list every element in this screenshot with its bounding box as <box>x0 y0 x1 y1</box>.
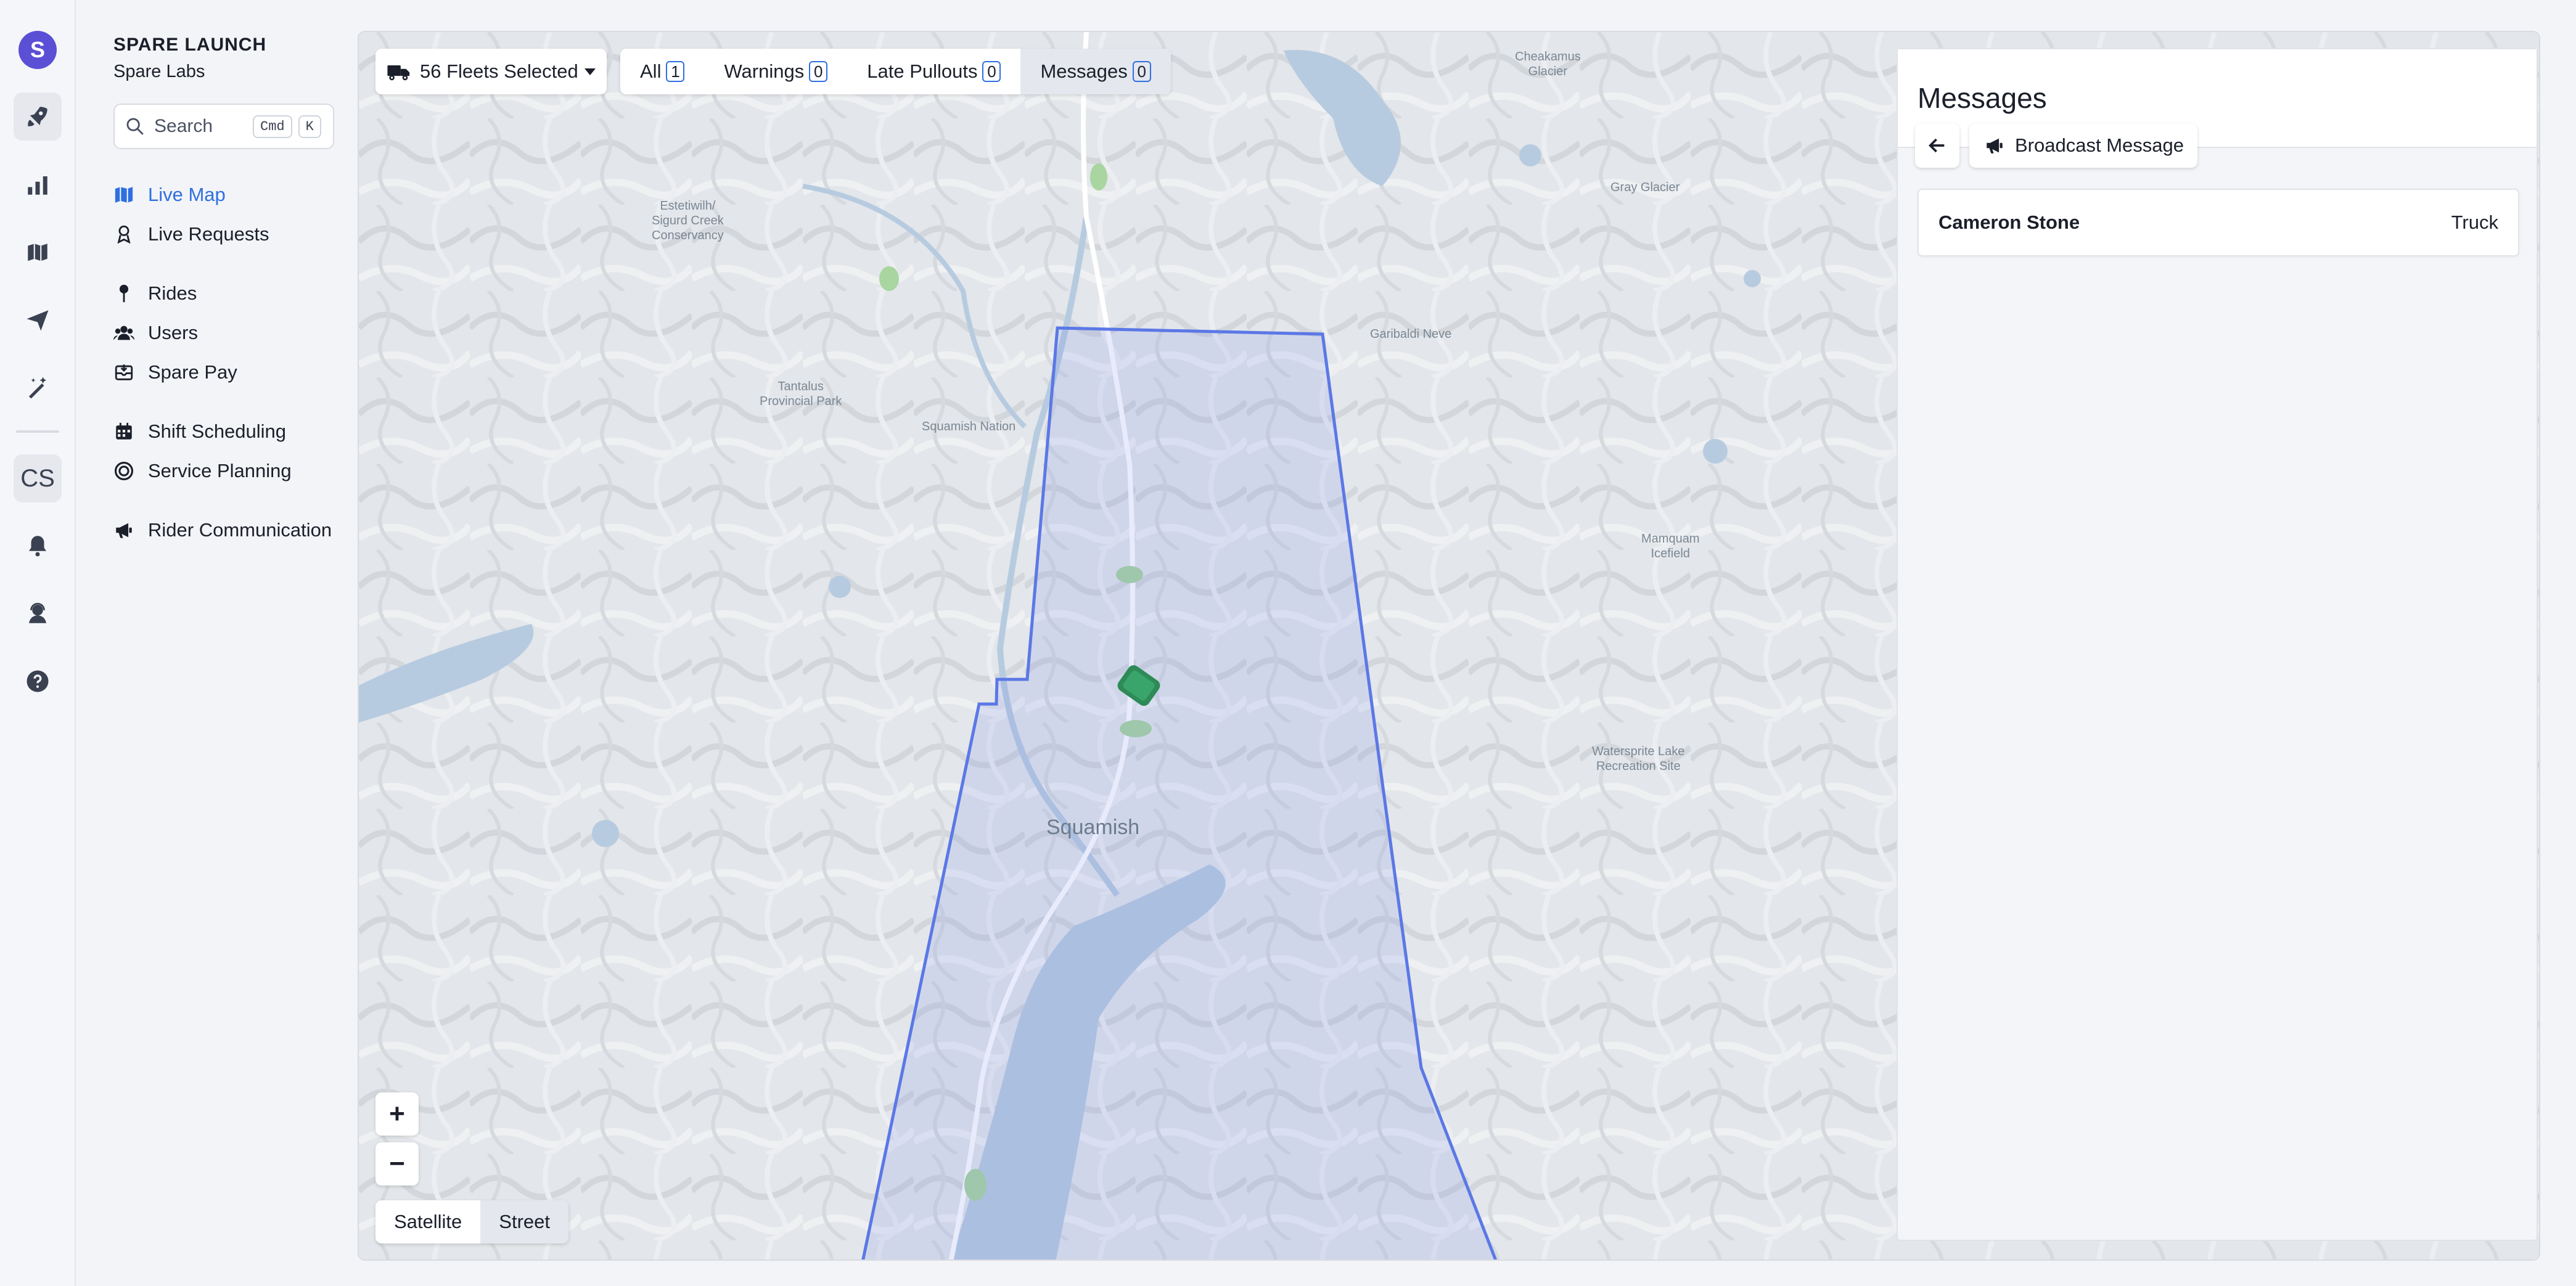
tab-all[interactable]: All 1 <box>620 49 704 94</box>
nav-item-label: Live Requests <box>148 223 269 245</box>
messages-panel: Messages Broadcast Message Cameron Stone… <box>1897 48 2538 1241</box>
tab-count-badge: 0 <box>982 61 1001 82</box>
nav-item-label: Service Planning <box>148 460 292 481</box>
street-layer-button[interactable]: Street <box>480 1200 569 1243</box>
user-avatar[interactable]: CS <box>14 454 62 502</box>
nav-item-rider-communication[interactable]: Rider Communication <box>113 515 332 546</box>
rail-divider <box>16 430 59 433</box>
broadcast-message-label: Broadcast Message <box>2015 134 2184 156</box>
nav-item-live-map[interactable]: Live Map <box>113 179 226 210</box>
target-icon <box>114 461 134 481</box>
map-icon <box>115 187 133 203</box>
nav-item-label: Shift Scheduling <box>148 420 287 442</box>
truck-icon <box>387 65 410 81</box>
nav-item-label: Rides <box>148 282 197 304</box>
fleet-selector-label: 56 Fleets Selected <box>420 60 578 82</box>
org-name: SPARE LAUNCH <box>113 35 267 55</box>
nav-item-live-requests[interactable]: Live Requests <box>113 219 269 250</box>
nav-item-rides[interactable]: Rides <box>113 278 197 309</box>
tab-count-badge: 0 <box>1132 61 1151 82</box>
nav-item-label: Users <box>148 322 198 343</box>
map-label-garibaldi: Garibaldi Neve <box>1370 327 1452 341</box>
rail-analytics-button[interactable] <box>14 161 62 209</box>
messages-title: Messages <box>1918 82 2047 114</box>
nav-item-label: Rider Communication <box>148 519 332 541</box>
zoom-in-button[interactable]: + <box>375 1092 419 1136</box>
tab-label: Messages <box>1040 60 1128 82</box>
support-agent-icon <box>29 602 46 623</box>
org-logo[interactable]: S <box>18 31 57 69</box>
map-label-squamish-nation: Squamish Nation <box>922 420 1016 433</box>
nav-item-users[interactable]: Users <box>113 317 198 348</box>
rail-dispatch-button[interactable] <box>14 296 62 344</box>
calendar-icon <box>116 422 132 440</box>
help-icon <box>27 670 49 692</box>
tab-label: Late Pullouts <box>867 60 978 82</box>
nav-item-label: Live Map <box>148 184 226 205</box>
search-input[interactable] <box>154 116 247 137</box>
shortcut-k-key: K <box>298 115 321 138</box>
map-label-watersprite: Watersprite Lake Recreation Site <box>1592 745 1685 773</box>
nav-item-label: Spare Pay <box>148 361 237 383</box>
map-label-estetiwilh: Estetiwilh/ Sigurd Creek Conservancy <box>652 199 724 242</box>
map-label-cheakamus: Cheakamus Glacier <box>1515 50 1581 78</box>
chevron-down-icon <box>585 68 596 75</box>
map-envelope-icon <box>28 244 47 261</box>
map-label-gray-glacier: Gray Glacier <box>1610 181 1680 194</box>
rail-map-messaging-button[interactable] <box>14 229 62 277</box>
users-icon <box>113 326 134 340</box>
paper-plane-icon <box>27 310 49 331</box>
map-label-tantalus: Tantalus Provincial Park <box>760 380 842 408</box>
map-layer-toggle: Satellite Street <box>375 1200 569 1243</box>
org-subtitle: Spare Labs <box>113 62 205 81</box>
tab-messages[interactable]: Messages 0 <box>1020 49 1171 94</box>
satellite-layer-button[interactable]: Satellite <box>375 1200 480 1243</box>
map-label-mamquam: Mamquam Icefield <box>1641 532 1700 560</box>
search-box[interactable]: Cmd K <box>113 104 334 149</box>
zoom-out-button[interactable]: − <box>375 1142 419 1186</box>
megaphone-icon <box>1987 138 2003 154</box>
shortcut-cmd-key: Cmd <box>253 115 292 138</box>
nav-item-spare-pay[interactable]: Spare Pay <box>113 357 237 388</box>
tab-count-badge: 1 <box>666 61 685 82</box>
broadcast-message-button[interactable]: Broadcast Message <box>1969 123 2197 168</box>
bar-chart-icon <box>28 176 47 195</box>
wallet-icon <box>115 364 133 380</box>
map-label-squamish: Squamish <box>1046 816 1140 839</box>
fleet-selector-dropdown[interactable]: 56 Fleets Selected <box>375 49 607 94</box>
rocket-icon <box>28 107 47 126</box>
rail-support-button[interactable] <box>14 589 62 637</box>
arrow-left-icon <box>1929 138 1945 153</box>
conversation-vehicle-type: Truck <box>2451 211 2498 233</box>
magic-wand-icon <box>29 377 46 399</box>
megaphone-icon <box>116 523 132 538</box>
tab-late-pullouts[interactable]: Late Pullouts 0 <box>847 49 1020 94</box>
nav-sidebar: SPARE LAUNCH Spare Labs Cmd K Live Map L… <box>76 0 357 1286</box>
bell-icon <box>29 536 46 557</box>
person-badge-icon <box>117 225 131 244</box>
nav-item-shift-scheduling[interactable]: Shift Scheduling <box>113 416 286 447</box>
pin-icon <box>119 284 129 303</box>
back-button[interactable] <box>1915 123 1959 168</box>
rail-tools-button[interactable] <box>14 364 62 412</box>
rail-operations-button[interactable] <box>14 92 62 141</box>
rail-help-button[interactable] <box>14 657 62 705</box>
tab-label: All <box>640 60 662 82</box>
filter-tabs: All 1 Warnings 0 Late Pullouts 0 Message… <box>620 49 1171 94</box>
tab-label: Warnings <box>724 60 805 82</box>
conversation-row[interactable]: Cameron Stone Truck <box>1918 189 2519 256</box>
search-icon <box>126 118 144 135</box>
conversation-driver-name: Cameron Stone <box>1938 211 2080 233</box>
rail-notifications-button[interactable] <box>14 522 62 570</box>
nav-item-service-planning[interactable]: Service Planning <box>113 456 292 486</box>
tab-warnings[interactable]: Warnings 0 <box>704 49 847 94</box>
icon-rail: S CS <box>0 0 76 1286</box>
tab-count-badge: 0 <box>809 61 828 82</box>
